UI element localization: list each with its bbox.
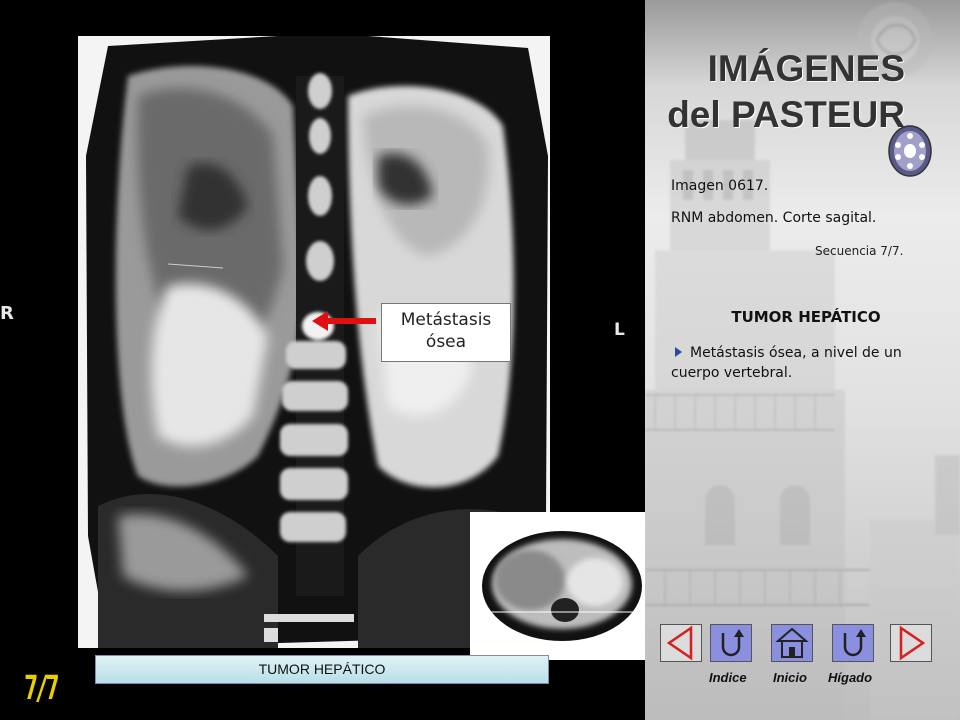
callout-line-1: Metástasis (400, 310, 492, 330)
page-counter: 7/7 (24, 668, 60, 707)
orientation-label-right-side: R (0, 303, 14, 324)
page-title: IMÁGENES del PASTEUR (667, 46, 905, 138)
triangle-left-icon (666, 625, 693, 661)
mri-axial-thumbnail (470, 512, 645, 660)
info-panel: IMÁGENES del PASTEUR Imagen 0617. RNM ab… (645, 0, 960, 720)
image-id: Imagen 0617. (671, 178, 769, 194)
triangle-right-icon (899, 625, 926, 661)
sequence-indicator: Secuencia 7/7. (815, 244, 904, 258)
study-description: RNM abdomen. Corte sagital. (671, 210, 877, 226)
higado-button[interactable] (832, 624, 874, 662)
indice-button[interactable] (710, 624, 752, 662)
inicio-label[interactable]: Inicio (773, 670, 807, 685)
orientation-label-left-side: L (614, 320, 625, 340)
previous-button[interactable] (660, 624, 702, 662)
image-viewer: R L Metástasis ósea TUMOR HEPÁTICO 7/7 (0, 0, 645, 720)
higado-label[interactable]: Hígado (828, 670, 872, 685)
home-icon (775, 627, 809, 658)
indice-label[interactable]: Indice (709, 670, 747, 685)
callout-arrow-icon (312, 311, 376, 331)
u-turn-icon (721, 629, 744, 657)
metastasis-callout: Metástasis ósea (381, 303, 511, 362)
u-turn-icon (843, 629, 866, 657)
topic-heading: TUMOR HEPÁTICO (731, 308, 881, 326)
finding-item: Metástasis ósea, a nivel de un cuerpo ve… (671, 343, 941, 383)
title-line-2: del PASTEUR (667, 94, 905, 135)
caption-bar: TUMOR HEPÁTICO (95, 655, 549, 684)
next-button[interactable] (890, 624, 932, 662)
finding-text: Metástasis ósea, a nivel de un cuerpo ve… (671, 345, 902, 381)
title-line-1: IMÁGENES (707, 48, 905, 89)
bullet-arrow-icon (675, 347, 682, 357)
callout-line-2: ósea (425, 332, 467, 352)
pasteur-logo-icon (888, 125, 932, 177)
inicio-button[interactable] (771, 624, 813, 662)
navigation-bar: Indice Inicio Hígado (660, 624, 940, 688)
